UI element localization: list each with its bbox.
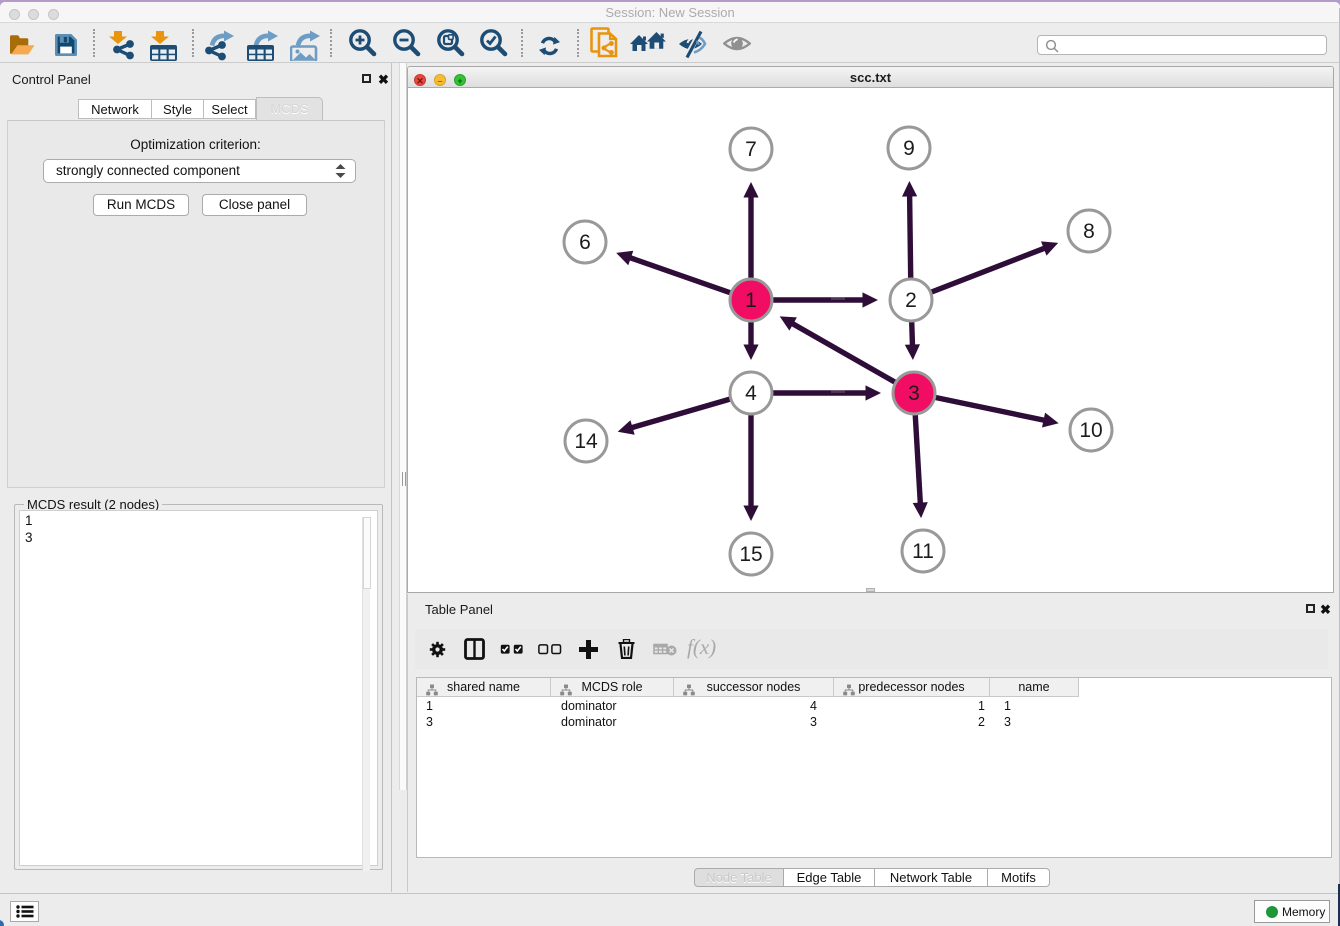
svg-text:11: 11 <box>912 540 934 563</box>
svg-text:9: 9 <box>903 137 915 160</box>
svg-text:7: 7 <box>745 138 757 161</box>
svg-text:10: 10 <box>1079 419 1102 442</box>
svg-text:15: 15 <box>739 543 762 566</box>
svg-text:14: 14 <box>574 430 598 453</box>
svg-text:4: 4 <box>745 382 757 405</box>
svg-text:8: 8 <box>1083 220 1095 243</box>
svg-text:3: 3 <box>908 382 920 405</box>
svg-text:1: 1 <box>745 289 757 312</box>
svg-text:6: 6 <box>579 231 591 254</box>
svg-text:2: 2 <box>905 289 917 312</box>
